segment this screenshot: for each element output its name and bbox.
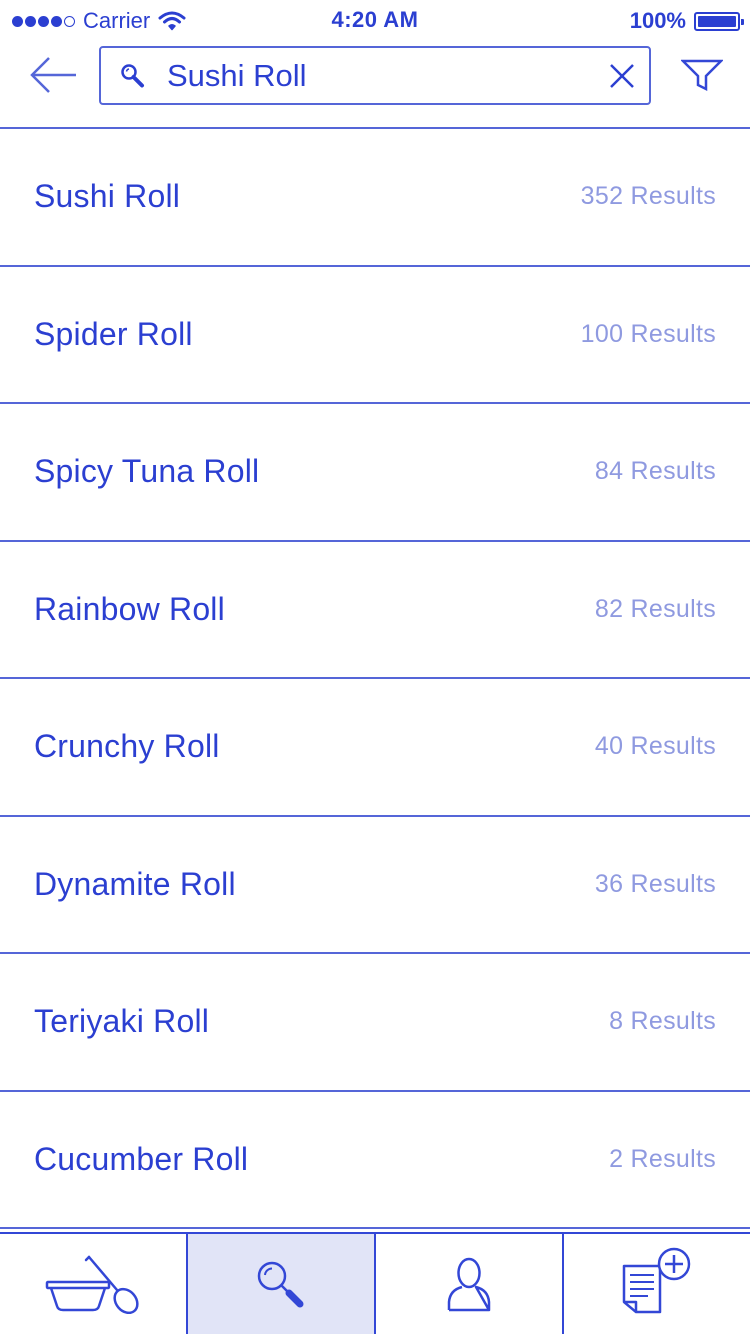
search-header (0, 40, 750, 129)
search-results-screen: Carrier 4:20 AM 100% Sushi Roll Sushi Ro… (0, 0, 750, 1334)
result-label: Sushi Roll (34, 178, 181, 215)
list-item[interactable]: Cucumber Roll 2 Results (0, 1092, 750, 1229)
filter-button[interactable] (679, 58, 725, 92)
result-label: Crunchy Roll (34, 728, 220, 765)
search-icon (257, 1261, 304, 1308)
search-icon (121, 64, 144, 88)
result-count: 2 Results (609, 1144, 716, 1173)
list-item[interactable]: Teriyaki Roll 8 Results (0, 954, 750, 1092)
status-right: 100% (629, 8, 744, 34)
list-item[interactable]: Spicy Tuna Roll 84 Results (0, 404, 750, 542)
battery-percentage: 100% (629, 8, 686, 33)
close-icon (610, 64, 634, 88)
results-list: Sushi Roll 352 Results Spider Roll 100 R… (0, 129, 750, 1229)
result-count: 82 Results (594, 594, 716, 623)
list-item[interactable]: Crunchy Roll 40 Results (0, 679, 750, 817)
search-input[interactable] (167, 54, 587, 98)
clear-search-button[interactable] (609, 63, 635, 89)
status-bar: Carrier 4:20 AM 100% (0, 0, 750, 40)
result-count: 352 Results (580, 182, 716, 211)
add-note-icon (622, 1247, 691, 1314)
back-button[interactable] (28, 54, 80, 96)
search-box[interactable] (99, 46, 651, 105)
tab-add-recipe[interactable] (564, 1234, 750, 1334)
list-item[interactable]: Sushi Roll 352 Results (0, 129, 750, 267)
tab-recipes[interactable] (0, 1234, 188, 1334)
list-item[interactable]: Rainbow Roll 82 Results (0, 542, 750, 679)
result-label: Spider Roll (34, 315, 193, 352)
result-count: 84 Results (594, 457, 716, 486)
result-count: 100 Results (580, 319, 716, 348)
result-label: Rainbow Roll (34, 590, 225, 627)
tab-profile[interactable] (376, 1234, 564, 1334)
tab-bar (0, 1232, 750, 1334)
result-label: Cucumber Roll (34, 1140, 249, 1177)
battery-icon (694, 11, 744, 31)
result-label: Spicy Tuna Roll (34, 453, 260, 490)
result-count: 40 Results (594, 732, 716, 761)
bowl-spoon-icon (45, 1255, 139, 1314)
tab-search[interactable] (188, 1234, 376, 1334)
user-icon (447, 1257, 491, 1312)
list-item[interactable]: Dynamite Roll 36 Results (0, 817, 750, 954)
result-count: 8 Results (609, 1007, 716, 1036)
result-label: Dynamite Roll (34, 865, 236, 902)
result-label: Teriyaki Roll (34, 1003, 210, 1040)
battery-level (698, 15, 736, 27)
result-count: 36 Results (594, 869, 716, 898)
filter-icon (679, 59, 725, 92)
list-item[interactable]: Spider Roll 100 Results (0, 267, 750, 404)
arrow-left-icon (30, 57, 76, 93)
